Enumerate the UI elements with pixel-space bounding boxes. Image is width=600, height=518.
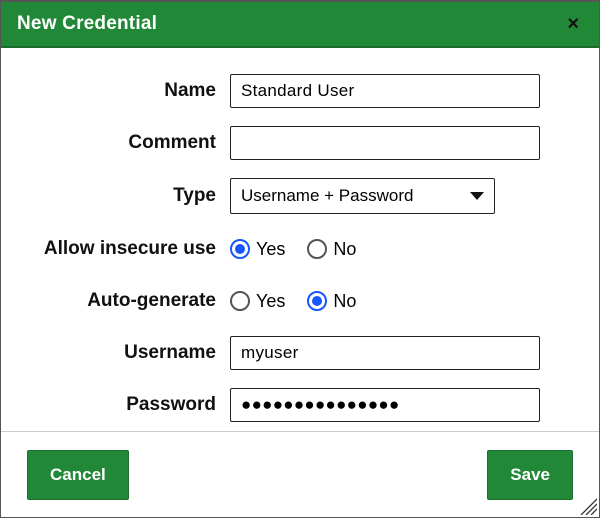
row-type: Type Username + Password xyxy=(31,178,563,214)
label-auto-generate: Auto-generate xyxy=(31,290,230,312)
radio-label: Yes xyxy=(256,291,285,312)
radio-label: No xyxy=(333,239,356,260)
row-auto-generate: Auto-generate Yes No xyxy=(31,284,563,318)
row-comment: Comment xyxy=(31,126,563,160)
allow-insecure-yes-option[interactable]: Yes xyxy=(230,239,285,260)
username-input[interactable] xyxy=(230,336,540,370)
type-select-value: Username + Password xyxy=(241,186,413,206)
radio-unchecked-icon xyxy=(230,291,250,311)
dialog-titlebar: New Credential × xyxy=(1,2,599,48)
radio-label: Yes xyxy=(256,239,285,260)
comment-input[interactable] xyxy=(230,126,540,160)
cancel-button[interactable]: Cancel xyxy=(27,450,129,500)
auto-generate-yes-option[interactable]: Yes xyxy=(230,291,285,312)
name-input[interactable] xyxy=(230,74,540,108)
radio-label: No xyxy=(333,291,356,312)
dialog-body: Name Comment Type Username + Password xyxy=(1,48,599,431)
resize-handle-icon[interactable] xyxy=(577,495,597,515)
auto-generate-no-option[interactable]: No xyxy=(307,291,356,312)
type-select[interactable]: Username + Password xyxy=(230,178,495,214)
save-button[interactable]: Save xyxy=(487,450,573,500)
label-allow-insecure: Allow insecure use xyxy=(31,238,230,260)
row-password: Password xyxy=(31,388,563,422)
radio-checked-icon xyxy=(307,291,327,311)
dialog-footer: Cancel Save xyxy=(1,431,599,517)
label-comment: Comment xyxy=(31,132,230,154)
auto-generate-radio-group: Yes No xyxy=(230,284,563,318)
radio-unchecked-icon xyxy=(307,239,327,259)
allow-insecure-radio-group: Yes No xyxy=(230,232,563,266)
row-allow-insecure: Allow insecure use Yes No xyxy=(31,232,563,266)
dialog-title: New Credential xyxy=(17,13,563,35)
label-password: Password xyxy=(31,394,230,416)
close-icon[interactable]: × xyxy=(563,14,583,34)
label-username: Username xyxy=(31,342,230,364)
new-credential-dialog: New Credential × Name Comment Type Usern… xyxy=(0,0,600,518)
label-name: Name xyxy=(31,80,230,102)
row-username: Username xyxy=(31,336,563,370)
allow-insecure-no-option[interactable]: No xyxy=(307,239,356,260)
chevron-down-icon xyxy=(470,192,484,200)
row-name: Name xyxy=(31,74,563,108)
label-type: Type xyxy=(31,185,230,207)
password-input[interactable] xyxy=(230,388,540,422)
radio-checked-icon xyxy=(230,239,250,259)
